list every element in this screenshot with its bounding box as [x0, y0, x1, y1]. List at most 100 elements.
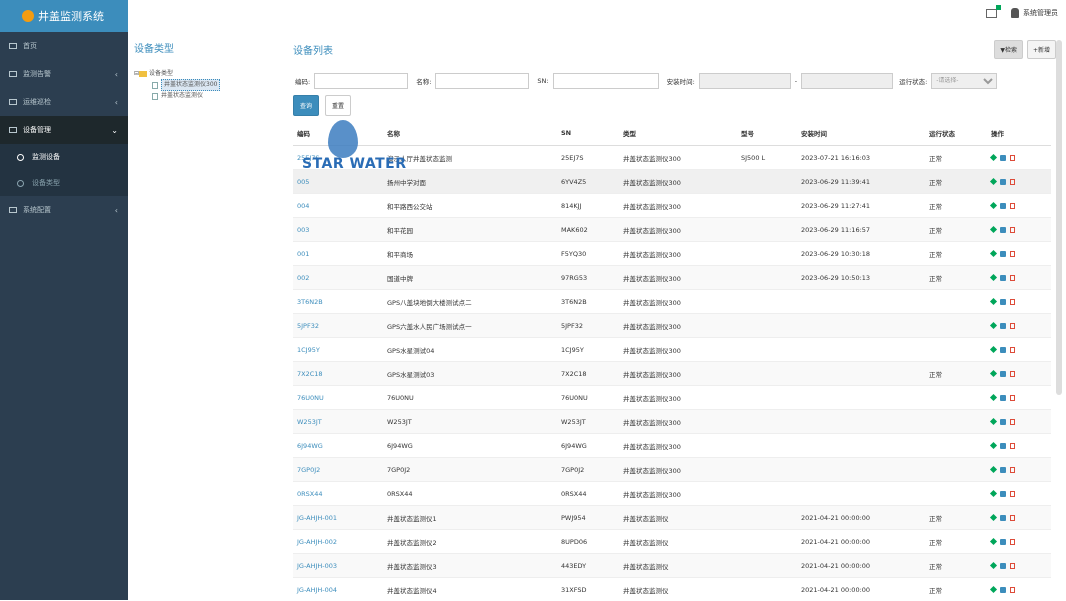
col-model[interactable]: 型号 [737, 121, 797, 146]
cell-code[interactable]: 003 [293, 218, 383, 242]
delete-icon[interactable] [1010, 515, 1015, 521]
delete-icon[interactable] [1010, 443, 1015, 449]
table-row[interactable]: 7X2C18GPS水星测试037X2C18井盖状态监测仪300正常 [293, 362, 1051, 386]
edit-icon[interactable] [990, 442, 997, 449]
edit-icon[interactable] [990, 154, 997, 161]
device-code-link[interactable]: W253JT [297, 418, 322, 426]
delete-icon[interactable] [1010, 251, 1015, 257]
view-icon[interactable] [1000, 227, 1006, 233]
delete-icon[interactable] [1010, 203, 1015, 209]
device-code-link[interactable]: JG-AHJH-002 [297, 538, 337, 546]
sidebar-subitem-monitor[interactable]: 监测设备 [0, 144, 128, 170]
view-icon[interactable] [1000, 179, 1006, 185]
cell-code[interactable]: JG-AHJH-001 [293, 506, 383, 530]
sidebar-item-device[interactable]: 设备管理 ⌄ [0, 116, 128, 144]
cell-code[interactable]: JG-AHJH-004 [293, 578, 383, 601]
delete-icon[interactable] [1010, 467, 1015, 473]
cell-code[interactable]: 002 [293, 266, 383, 290]
sn-input[interactable] [553, 73, 659, 89]
start-time-input[interactable] [699, 73, 791, 89]
device-code-link[interactable]: 5JPF32 [297, 322, 319, 330]
table-row[interactable]: W253JTW253JTW253JT井盖状态监测仪300 [293, 410, 1051, 434]
edit-icon[interactable] [990, 418, 997, 425]
edit-icon[interactable] [990, 298, 997, 305]
table-row[interactable]: JG-AHJH-001井盖状态监测仪1PWJ954井盖状态监测仪2021-04-… [293, 506, 1051, 530]
view-icon[interactable] [1000, 539, 1006, 545]
delete-icon[interactable] [1010, 563, 1015, 569]
edit-icon[interactable] [990, 274, 997, 281]
device-code-link[interactable]: 7GP0J2 [297, 466, 320, 474]
cell-code[interactable]: JG-AHJH-003 [293, 554, 383, 578]
cell-code[interactable]: 5JPF32 [293, 314, 383, 338]
view-icon[interactable] [1000, 323, 1006, 329]
delete-icon[interactable] [1010, 371, 1015, 377]
edit-icon[interactable] [990, 178, 997, 185]
table-row[interactable]: JG-AHJH-004井盖状态监测仪431XFSD井盖状态监测仪2021-04-… [293, 578, 1051, 601]
table-row[interactable]: 6J94WG6J94WG6J94WG井盖状态监测仪300 [293, 434, 1051, 458]
cell-code[interactable]: 1CJ95Y [293, 338, 383, 362]
cell-code[interactable]: 3T6N2B [293, 290, 383, 314]
device-code-link[interactable]: 001 [297, 250, 309, 258]
view-icon[interactable] [1000, 371, 1006, 377]
view-icon[interactable] [1000, 467, 1006, 473]
edit-icon[interactable] [990, 514, 997, 521]
delete-icon[interactable] [1010, 227, 1015, 233]
cell-code[interactable]: 7GP0J2 [293, 458, 383, 482]
view-icon[interactable] [1000, 203, 1006, 209]
view-icon[interactable] [1000, 587, 1006, 593]
delete-icon[interactable] [1010, 299, 1015, 305]
view-icon[interactable] [1000, 515, 1006, 521]
cell-code[interactable]: 004 [293, 194, 383, 218]
view-icon[interactable] [1000, 395, 1006, 401]
view-icon[interactable] [1000, 299, 1006, 305]
edit-icon[interactable] [990, 538, 997, 545]
tree-root[interactable]: ⊟ 设备类型 [134, 69, 274, 79]
scrollbar[interactable] [1056, 40, 1062, 395]
device-code-link[interactable]: 003 [297, 226, 309, 234]
reset-button[interactable]: 重置 [325, 95, 351, 116]
edit-icon[interactable] [990, 466, 997, 473]
query-button[interactable]: 查询 [293, 95, 319, 116]
col-state[interactable]: 运行状态 [925, 121, 987, 146]
col-type[interactable]: 类型 [619, 121, 737, 146]
sidebar-item-inspect[interactable]: 运维巡检 ‹ [0, 88, 128, 116]
edit-icon[interactable] [990, 346, 997, 353]
table-row[interactable]: 76U0NU76U0NU76U0NU井盖状态监测仪300 [293, 386, 1051, 410]
edit-icon[interactable] [990, 562, 997, 569]
sidebar-item-alarm[interactable]: 监测告警 ‹ [0, 60, 128, 88]
device-code-link[interactable]: 3T6N2B [297, 298, 323, 306]
delete-icon[interactable] [1010, 491, 1015, 497]
cell-code[interactable]: W253JT [293, 410, 383, 434]
sidebar-subitem-type[interactable]: 设备类型 [0, 170, 128, 196]
table-row[interactable]: 7GP0J27GP0J27GP0J2井盖状态监测仪300 [293, 458, 1051, 482]
edit-icon[interactable] [990, 322, 997, 329]
filter-button[interactable]: ▼检索 [994, 40, 1023, 59]
device-code-link[interactable]: JG-AHJH-003 [297, 562, 337, 570]
brand[interactable]: 井盖监测系统 [0, 0, 128, 32]
sidebar-item-home[interactable]: 首页 [0, 32, 128, 60]
device-code-link[interactable]: JG-AHJH-004 [297, 586, 337, 594]
delete-icon[interactable] [1010, 395, 1015, 401]
view-icon[interactable] [1000, 491, 1006, 497]
table-row[interactable]: 0RSX440RSX440RSX44井盖状态监测仪300 [293, 482, 1051, 506]
device-code-link[interactable]: 1CJ95Y [297, 346, 320, 354]
view-icon[interactable] [1000, 419, 1006, 425]
device-code-link[interactable]: 004 [297, 202, 309, 210]
sidebar-item-settings[interactable]: 系统配置 ‹ [0, 196, 128, 224]
device-code-link[interactable]: 76U0NU [297, 394, 324, 402]
device-code-link[interactable]: 7X2C18 [297, 370, 323, 378]
view-icon[interactable] [1000, 347, 1006, 353]
table-row[interactable]: 1CJ95YGPS水星测试041CJ95Y井盖状态监测仪300 [293, 338, 1051, 362]
table-row[interactable]: 3T6N2BGPS八盖块地倒大楼测试点二3T6N2B井盖状态监测仪300 [293, 290, 1051, 314]
edit-icon[interactable] [990, 202, 997, 209]
user-icon[interactable] [1011, 8, 1019, 18]
view-icon[interactable] [1000, 251, 1006, 257]
add-button[interactable]: +新增 [1027, 40, 1056, 59]
tree-node[interactable]: 井盖状态监测仪300 [134, 79, 274, 91]
delete-icon[interactable] [1010, 323, 1015, 329]
cell-code[interactable]: 6J94WG [293, 434, 383, 458]
view-icon[interactable] [1000, 563, 1006, 569]
device-code-link[interactable]: JG-AHJH-001 [297, 514, 337, 522]
delete-icon[interactable] [1010, 347, 1015, 353]
view-icon[interactable] [1000, 155, 1006, 161]
